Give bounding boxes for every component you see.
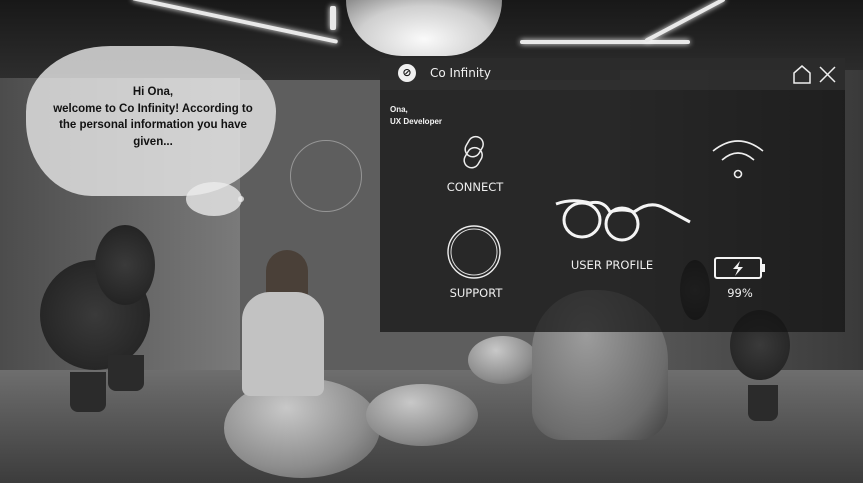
user-role: UX Developer (390, 117, 443, 126)
user-name: Ona, (390, 105, 408, 114)
given-line: given... (133, 135, 173, 148)
info-line: the personal information you have (59, 119, 247, 131)
greeting-line: Hi Ona, (132, 86, 174, 98)
support-tile[interactable]: SUPPORT (430, 222, 522, 302)
title-bar: ⊘ Co Infinity (380, 58, 845, 90)
app-title: Co Infinity (430, 66, 491, 80)
battery-charging-icon (714, 257, 765, 279)
pot (108, 355, 144, 391)
bubble-text: Hi Ona, welcome to Co Infinity! Accordin… (40, 84, 266, 150)
speech-bubble: Hi Ona, welcome to Co Infinity! Accordin… (26, 46, 276, 216)
bubble-tail-dot (238, 196, 244, 202)
plant (95, 225, 155, 305)
welcome-line: welcome to Co Infinity! According to (53, 102, 253, 115)
co-infinity-panel: ⊘ Co Infinity Ona, UX Developer CONNECT … (380, 58, 845, 332)
wire-sculpture (290, 140, 362, 212)
user-profile-tile[interactable]: USER PROFILE (550, 192, 700, 276)
chain-link-icon (463, 135, 484, 169)
logo-icon: ⊘ (398, 64, 416, 82)
pouf (468, 336, 538, 384)
light-beam (330, 6, 336, 30)
wifi-icon[interactable] (708, 134, 768, 182)
bubble-tail (186, 182, 242, 216)
pot (748, 385, 778, 421)
pot (70, 372, 106, 412)
seated-person (242, 292, 324, 396)
battery-percent: 99% (727, 286, 753, 300)
connect-label: CONNECT (446, 180, 504, 194)
connect-tile[interactable]: CONNECT (430, 132, 520, 202)
circle-ring-icon (447, 225, 501, 279)
home-icon[interactable] (792, 65, 812, 84)
light-beam (520, 40, 690, 44)
close-icon[interactable] (818, 65, 837, 84)
support-label: SUPPORT (449, 286, 503, 300)
battery-tile: 99% (712, 256, 768, 302)
pouf (366, 384, 478, 446)
user-profile-label: USER PROFILE (570, 258, 654, 272)
glasses-icon (555, 199, 691, 242)
